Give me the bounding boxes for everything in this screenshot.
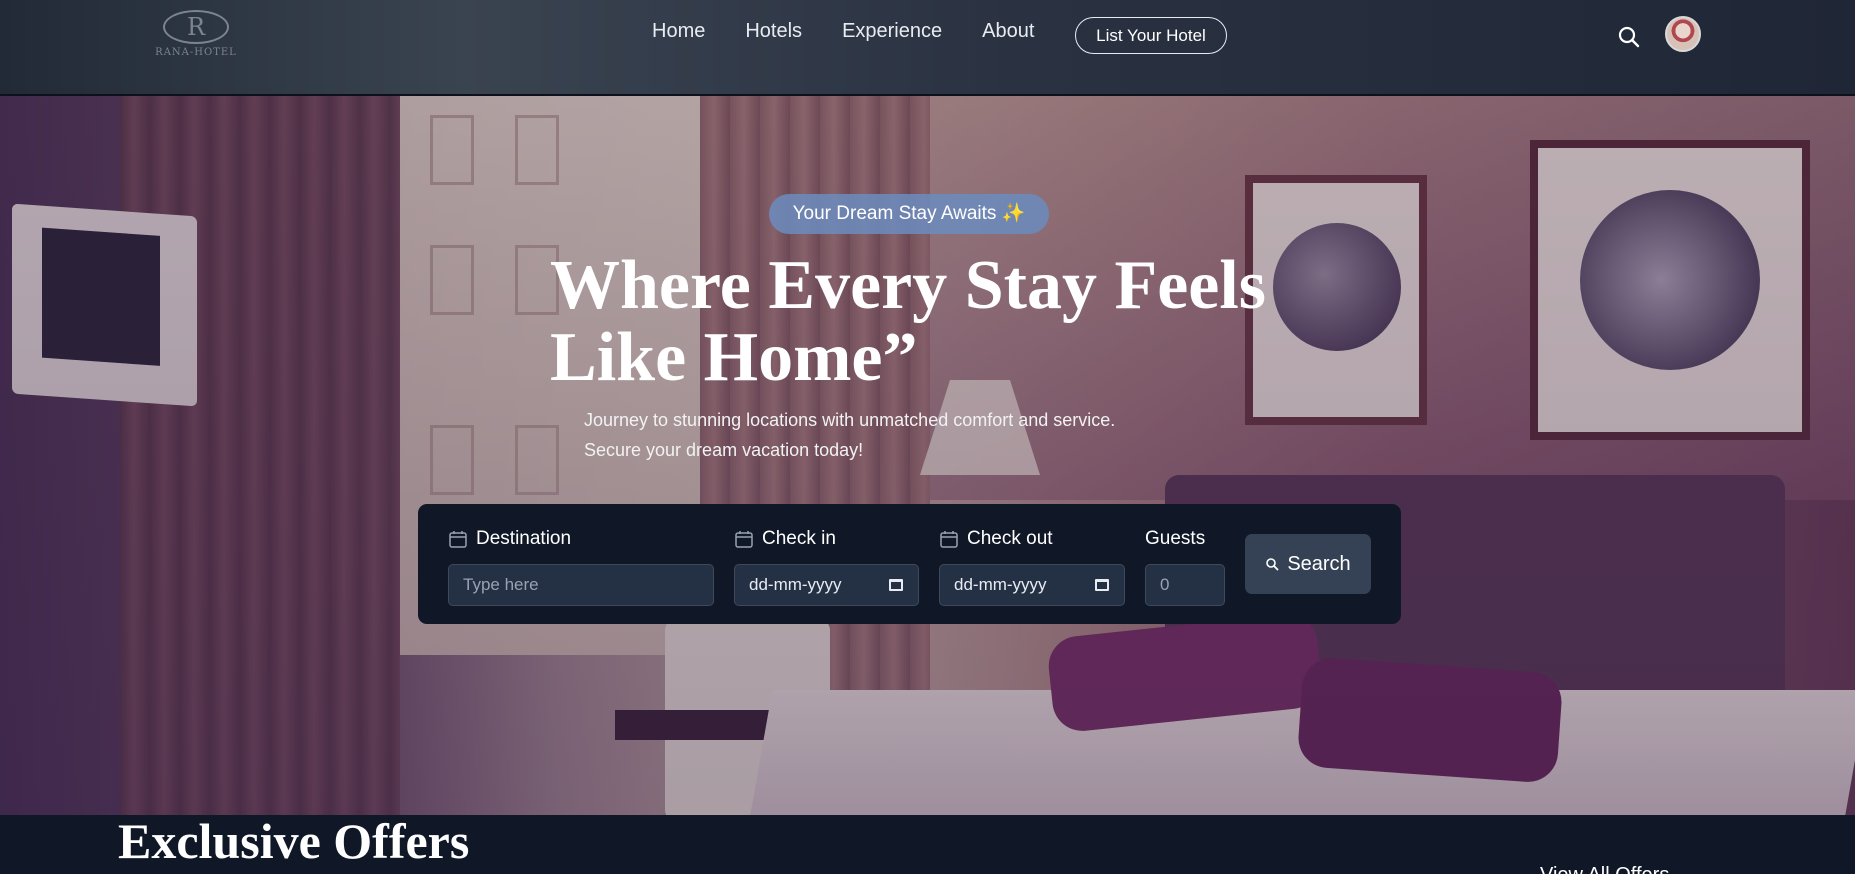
guests-input[interactable]: 0 [1145, 564, 1225, 606]
checkout-date-value: dd-mm-yyyy [954, 575, 1047, 594]
search-button-label: Search [1287, 552, 1351, 575]
checkout-label: Check out [967, 528, 1053, 549]
destination-label: Destination [476, 528, 572, 549]
nav-link-hotels[interactable]: Hotels [745, 20, 802, 43]
hero-badge: Your Dream Stay Awaits ✨ [769, 194, 1049, 234]
logo-text: RANA-HOTEL [155, 47, 237, 58]
hero-headline: Where Every Stay Feels Like Home” [550, 247, 1267, 396]
guests-field: Guests 0 [1145, 526, 1225, 606]
checkin-date-input[interactable]: dd-mm-yyyy [734, 564, 919, 606]
date-picker-icon[interactable] [1094, 576, 1110, 592]
hotel-search-form: Destination Type here Check in dd-mm-yyy… [418, 504, 1401, 624]
nav-link-home[interactable]: Home [652, 20, 705, 43]
date-picker-icon[interactable] [888, 576, 904, 592]
brand-logo[interactable]: R RANA-HOTEL [136, 10, 256, 60]
navbar: R RANA-HOTEL Home Hotels Experience Abou… [0, 0, 1855, 94]
destination-field: Destination Type here [448, 526, 714, 606]
hero-subtext-line-1: Journey to stunning locations with unmat… [584, 410, 1116, 430]
destination-input[interactable]: Type here [448, 564, 714, 606]
checkin-field: Check in dd-mm-yyyy [734, 526, 919, 606]
calendar-icon [940, 531, 958, 548]
calendar-icon [735, 531, 753, 548]
offers-title: Exclusive Offers [118, 813, 470, 869]
hero-subtext: Journey to stunning locations with unmat… [584, 405, 1224, 465]
view-all-offers-link[interactable]: View All Offers [1540, 864, 1669, 874]
hero-subtext-line-2: Secure your dream vacation today! [584, 440, 864, 460]
search-icon[interactable] [1617, 25, 1641, 49]
calendar-icon [449, 531, 467, 548]
nav-link-experience[interactable]: Experience [842, 20, 942, 43]
logo-emblem: R [163, 10, 229, 44]
checkin-label: Check in [762, 528, 836, 549]
main-nav: Home Hotels Experience About [652, 20, 1034, 43]
list-your-hotel-button[interactable]: List Your Hotel [1075, 17, 1227, 54]
guests-label: Guests [1145, 528, 1206, 549]
search-icon [1266, 558, 1279, 571]
avatar[interactable] [1665, 16, 1701, 52]
checkout-date-input[interactable]: dd-mm-yyyy [939, 564, 1125, 606]
checkout-field: Check out dd-mm-yyyy [939, 526, 1125, 606]
search-button[interactable]: Search [1245, 534, 1371, 594]
nav-link-about[interactable]: About [982, 20, 1034, 43]
checkin-date-value: dd-mm-yyyy [749, 575, 842, 594]
